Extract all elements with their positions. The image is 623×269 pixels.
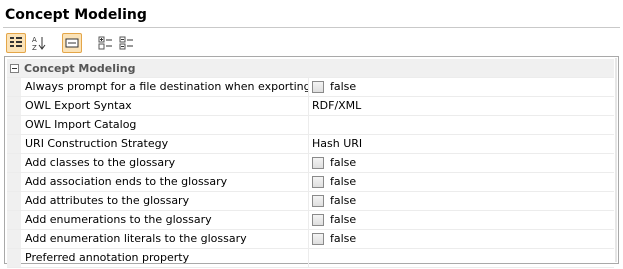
property-grid: Concept Modeling Always prompt for a fil…	[4, 56, 619, 268]
row-gutter	[7, 135, 21, 153]
panel-title: Concept Modeling	[5, 7, 147, 23]
property-name: OWL Import Catalog	[21, 116, 309, 134]
categorized-view-icon	[10, 37, 22, 47]
row-gutter	[7, 116, 21, 134]
expand-all-button[interactable]	[96, 33, 116, 53]
property-value[interactable]: Hash URI	[309, 135, 614, 153]
property-value-text: false	[330, 213, 357, 226]
property-value-text: false	[330, 232, 357, 245]
collapse-all-button[interactable]	[117, 33, 137, 53]
property-row[interactable]: Add classes to the glossary false	[7, 154, 614, 173]
sort-alphabetical-button[interactable]: A Z	[29, 33, 49, 53]
svg-text:A: A	[32, 36, 37, 44]
show-description-button[interactable]	[62, 33, 82, 53]
property-value[interactable]: false	[309, 230, 614, 248]
property-row[interactable]: Always prompt for a file destination whe…	[7, 78, 614, 97]
property-row[interactable]: Add enumeration literals to the glossary…	[7, 230, 614, 249]
property-name: Add enumeration literals to the glossary	[21, 230, 309, 248]
collapse-all-icon	[119, 36, 133, 50]
property-name: Add association ends to the glossary	[21, 173, 309, 191]
property-value-text: false	[330, 156, 357, 169]
property-value-text: false	[330, 80, 357, 93]
show-description-icon	[65, 38, 79, 48]
property-value[interactable]: false	[309, 192, 614, 210]
row-gutter	[7, 249, 21, 267]
property-row[interactable]: Add association ends to the glossary fals…	[7, 173, 614, 192]
row-gutter	[7, 192, 21, 210]
property-name: Add enumerations to the glossary	[21, 211, 309, 229]
value-checkbox[interactable]	[312, 81, 324, 93]
property-value[interactable]	[309, 116, 614, 134]
value-checkbox[interactable]	[312, 176, 324, 188]
property-row[interactable]: URI Construction Strategy Hash URI	[7, 135, 614, 154]
property-row[interactable]: Add attributes to the glossary false	[7, 192, 614, 211]
property-name: OWL Export Syntax	[21, 97, 309, 115]
row-gutter	[7, 97, 21, 115]
sort-alphabetical-icon: A Z	[32, 36, 46, 51]
value-checkbox[interactable]	[312, 214, 324, 226]
property-name: Add classes to the glossary	[21, 154, 309, 172]
categorized-view-button[interactable]	[6, 33, 26, 53]
property-row[interactable]: OWL Import Catalog	[7, 116, 614, 135]
property-value[interactable]: RDF/XML	[309, 97, 614, 115]
property-value[interactable]: false	[309, 173, 614, 191]
property-value[interactable]: false	[309, 154, 614, 172]
row-gutter	[7, 78, 21, 96]
expand-all-icon	[98, 36, 112, 50]
value-checkbox[interactable]	[312, 157, 324, 169]
title-divider	[3, 27, 620, 28]
property-name: Preferred annotation property	[21, 249, 309, 267]
property-value-text: false	[330, 175, 357, 188]
property-value-text: false	[330, 194, 357, 207]
row-gutter	[7, 154, 21, 172]
toolbar: A Z	[4, 33, 620, 55]
property-row[interactable]: Preferred annotation property	[7, 249, 614, 268]
row-gutter	[7, 211, 21, 229]
svg-text:Z: Z	[32, 44, 37, 51]
value-checkbox[interactable]	[312, 195, 324, 207]
property-name: Always prompt for a file destination whe…	[21, 78, 309, 96]
collapse-group-icon[interactable]	[10, 63, 19, 73]
value-checkbox[interactable]	[312, 233, 324, 245]
property-value-text: RDF/XML	[312, 99, 362, 112]
group-label: Concept Modeling	[24, 61, 136, 75]
property-value[interactable]	[309, 249, 614, 267]
property-value-text: Hash URI	[312, 137, 363, 150]
property-value[interactable]: false	[309, 78, 614, 96]
property-name: URI Construction Strategy	[21, 135, 309, 153]
panel-edge	[615, 58, 617, 262]
group-header-concept-modeling[interactable]: Concept Modeling	[7, 59, 614, 78]
row-gutter	[7, 230, 21, 248]
property-row[interactable]: OWL Export Syntax RDF/XML	[7, 97, 614, 116]
property-row[interactable]: Add enumerations to the glossary false	[7, 211, 614, 230]
row-gutter	[7, 173, 21, 191]
property-name: Add attributes to the glossary	[21, 192, 309, 210]
property-value[interactable]: false	[309, 211, 614, 229]
